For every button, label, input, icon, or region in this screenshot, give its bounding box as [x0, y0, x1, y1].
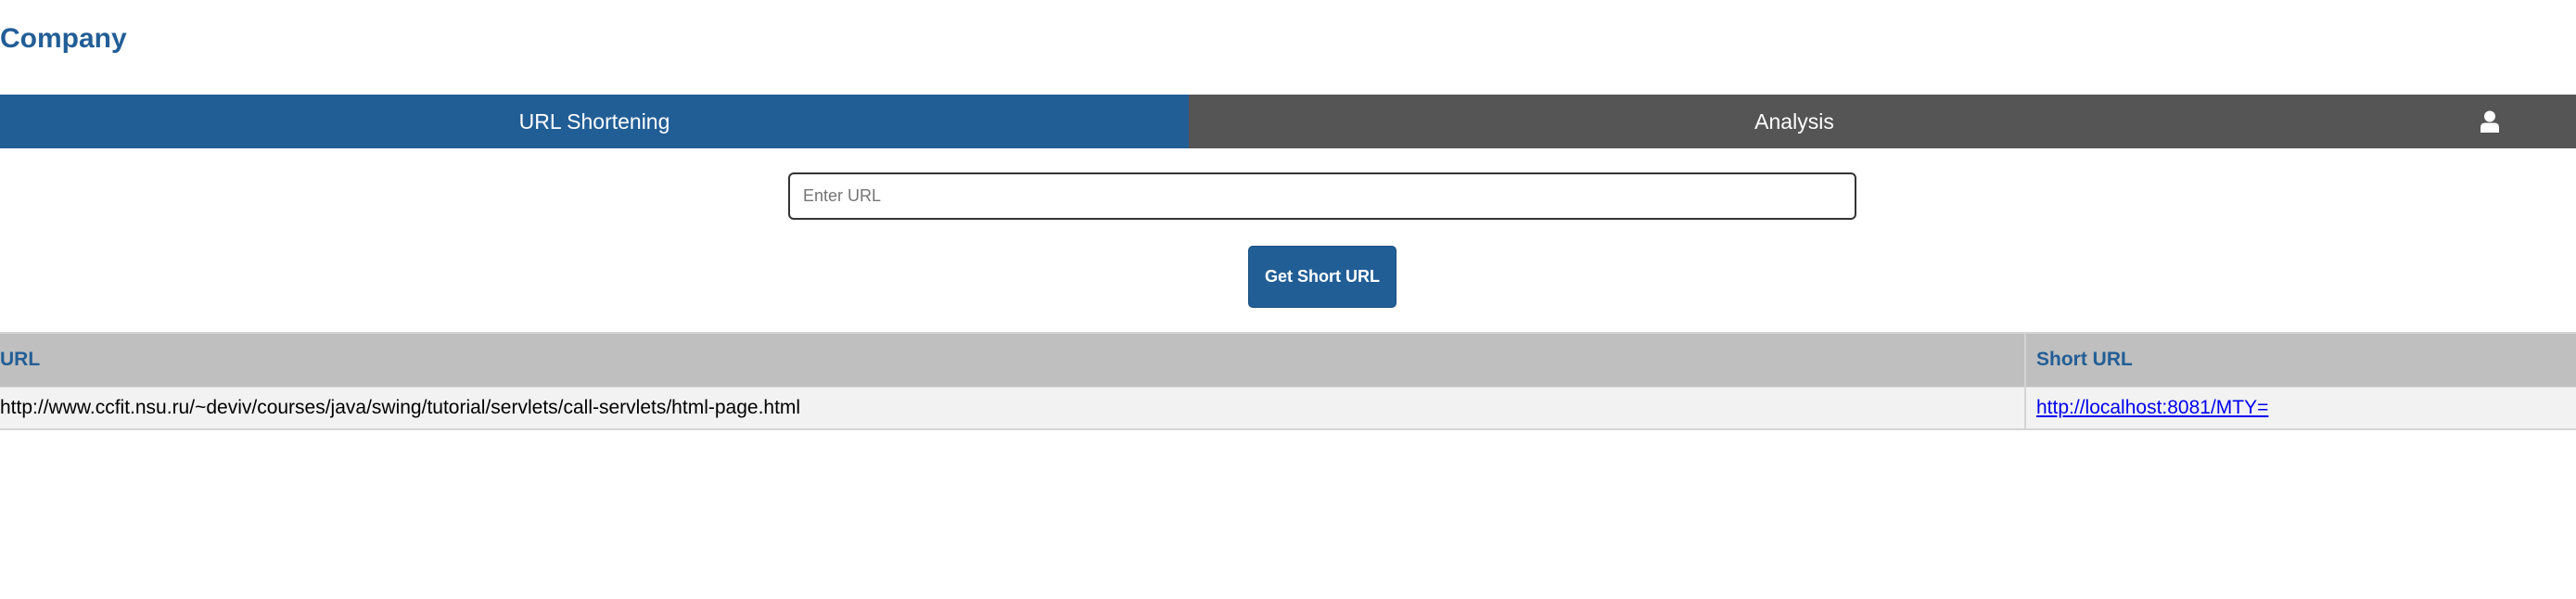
short-url-link[interactable]: http://localhost:8081/MTY= — [2036, 397, 2268, 418]
tab-url-shortening[interactable]: URL Shortening — [0, 95, 1189, 148]
column-header-short-url: Short URL — [2024, 332, 2576, 387]
tab-url-shortening-label: URL Shortening — [518, 108, 670, 134]
page-header: Company — [0, 0, 2576, 95]
table-header-row: URL Short URL — [0, 332, 2576, 387]
tab-analysis-label: Analysis — [1754, 108, 1834, 134]
shorten-form: Get Short URL — [0, 148, 2576, 332]
get-short-url-button[interactable]: Get Short URL — [1248, 246, 1396, 308]
cell-original-url: http://www.ccfit.nsu.ru/~deviv/courses/j… — [0, 386, 2025, 430]
user-menu-button[interactable] — [2404, 95, 2576, 148]
url-input[interactable] — [788, 172, 1856, 220]
user-icon — [2480, 110, 2499, 133]
results-table: URL Short URL http://www.ccfit.nsu.ru/~d… — [0, 332, 2576, 430]
column-header-url: URL — [0, 332, 2025, 387]
tab-analysis[interactable]: Analysis — [1189, 95, 2404, 148]
main-navbar: URL Shortening Analysis — [0, 95, 2576, 148]
cell-short-url: http://localhost:8081/MTY= — [2024, 386, 2576, 430]
table-row: http://www.ccfit.nsu.ru/~deviv/courses/j… — [0, 386, 2576, 430]
brand-title: Company — [0, 23, 127, 54]
